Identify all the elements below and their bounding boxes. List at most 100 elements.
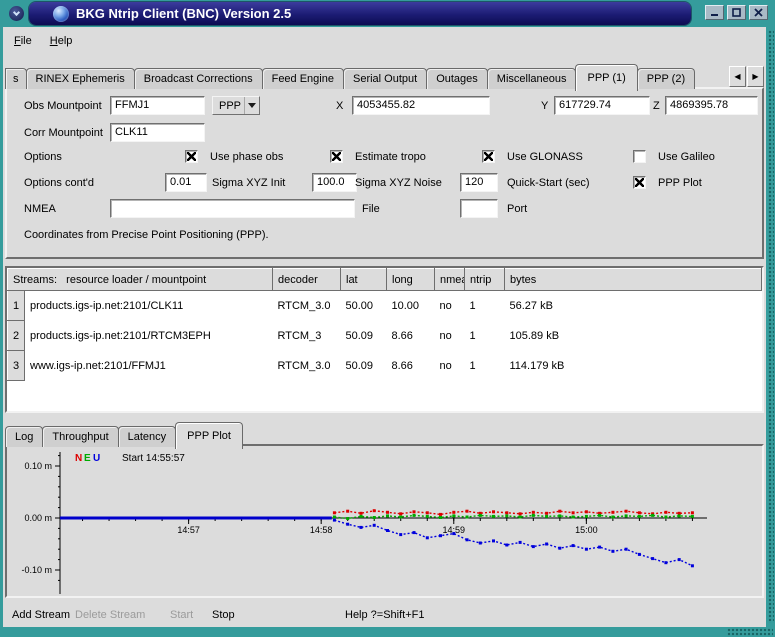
table-row[interactable]: 1 products.igs-ip.net:2101/CLK11 RTCM_3.… [8,291,762,321]
tab-outages[interactable]: Outages [426,68,488,89]
use-galileo-checkbox[interactable] [633,150,646,163]
svg-text:U: U [93,453,100,464]
cell-lat[interactable]: 50.00 [341,291,387,321]
streams-table-panel: Streams: resource loader / mountpoint de… [5,266,764,413]
cell-nmea[interactable]: no [435,351,465,381]
cell-bytes[interactable]: 56.27 kB [505,291,762,321]
cell-long[interactable]: 8.66 [387,351,435,381]
header-decoder[interactable]: decoder [273,269,341,291]
start-button[interactable]: Start [170,609,193,621]
ppp-hint-text: Coordinates from Precise Point Positioni… [24,229,269,241]
use-glonass-checkbox[interactable] [482,150,495,163]
header-bytes[interactable]: bytes [505,269,762,291]
ppp-plot-canvas: 0.10 m0.00 m-0.10 m14:5714:5814:5915:00N… [7,446,750,596]
main-tabbar: s RINEX Ephemeris Broadcast Corrections … [5,63,764,89]
row-number: 2 [8,321,25,351]
window-title: BKG Ntrip Client (BNC) Version 2.5 [76,6,291,21]
tab-miscellaneous[interactable]: Miscellaneous [487,68,577,89]
menubar: File Help [5,29,81,53]
tab-rinex-ephemeris[interactable]: RINEX Ephemeris [26,68,135,89]
delete-stream-button[interactable]: Delete Stream [75,609,145,621]
estimate-tropo-label: Estimate tropo [355,151,426,163]
tab-throughput[interactable]: Throughput [42,426,118,447]
header-lat[interactable]: lat [341,269,387,291]
tab-partial[interactable]: s [5,68,27,89]
ppp-plot-checkbox[interactable] [633,176,646,189]
tab-ppp-1[interactable]: PPP (1) [575,64,637,91]
sigma-xyz-init-field[interactable]: 0.01 [165,173,207,192]
table-row[interactable]: 2 products.igs-ip.net:2101/RTCM3EPH RTCM… [8,321,762,351]
cell-long[interactable]: 8.66 [387,321,435,351]
row-number: 1 [8,291,25,321]
close-icon [754,8,763,17]
tab-ppp-2[interactable]: PPP (2) [637,68,695,89]
bnc-application-window: { "window": { "title": "BKG Ntrip Client… [0,0,775,637]
header-mountpoint[interactable]: Streams: resource loader / mountpoint [8,269,273,291]
ppp-mode-combo[interactable]: PPP [212,96,260,115]
minimize-button[interactable] [705,5,724,20]
cell-decoder[interactable]: RTCM_3.0 [273,351,341,381]
ppp-plot-panel: 0.10 m0.00 m-0.10 m14:5714:5814:5915:00N… [5,444,764,598]
use-phase-obs-checkbox[interactable] [185,150,198,163]
cell-mountpoint[interactable]: www.igs-ip.net:2101/FFMJ1 [25,351,273,381]
svg-text:14:58: 14:58 [310,525,333,535]
ppp-mode-value: PPP [219,100,241,112]
nmea-port-field[interactable] [460,199,498,218]
tab-feed-engine[interactable]: Feed Engine [262,68,344,89]
cell-ntrip[interactable]: 1 [465,351,505,381]
tab-scroll-right-icon[interactable]: ▶ [747,66,764,87]
tab-log[interactable]: Log [5,426,43,447]
menu-help[interactable]: Help [41,29,82,53]
z-field[interactable]: 4869395.78 [665,96,758,115]
corr-mountpoint-field[interactable]: CLK11 [110,123,205,142]
cell-bytes[interactable]: 105.89 kB [505,321,762,351]
svg-text:-0.10 m: -0.10 m [21,565,52,575]
estimate-tropo-checkbox[interactable] [330,150,343,163]
stop-button[interactable]: Stop [212,609,235,621]
corr-mountpoint-label: Corr Mountpoint [24,127,103,139]
options-contd-label: Options cont'd [24,177,94,189]
sigma-xyz-noise-field[interactable]: 100.0 [312,173,357,192]
cell-decoder[interactable]: RTCM_3 [273,321,341,351]
z-label: Z [653,100,660,112]
quick-start-field[interactable]: 120 [460,173,498,192]
right-resize-edge[interactable] [768,30,774,623]
close-button[interactable] [749,5,768,20]
header-ntrip[interactable]: ntrip [465,269,505,291]
use-phase-obs-label: Use phase obs [210,151,283,163]
cell-ntrip[interactable]: 1 [465,291,505,321]
cell-lat[interactable]: 50.09 [341,351,387,381]
tab-latency[interactable]: Latency [118,426,177,447]
svg-text:14:57: 14:57 [177,525,200,535]
tab-scroll-buttons: ◀ ▶ [729,66,764,87]
obs-mountpoint-field[interactable]: FFMJ1 [110,96,205,115]
cell-lat[interactable]: 50.09 [341,321,387,351]
window-menu-button[interactable] [5,4,27,23]
nmea-file-field[interactable] [110,199,355,218]
cell-nmea[interactable]: no [435,291,465,321]
add-stream-button[interactable]: Add Stream [12,609,70,621]
table-row[interactable]: 3 www.igs-ip.net:2101/FFMJ1 RTCM_3.0 50.… [8,351,762,381]
cell-nmea[interactable]: no [435,321,465,351]
cell-long[interactable]: 10.00 [387,291,435,321]
tab-scroll-left-icon[interactable]: ◀ [729,66,746,87]
header-long[interactable]: long [387,269,435,291]
cell-bytes[interactable]: 114.179 kB [505,351,762,381]
tab-serial-output[interactable]: Serial Output [343,68,427,89]
maximize-button[interactable] [727,5,746,20]
menu-file[interactable]: File [5,29,41,53]
cell-ntrip[interactable]: 1 [465,321,505,351]
svg-text:E: E [84,453,91,464]
header-nmea[interactable]: nmea [435,269,465,291]
tab-ppp-plot[interactable]: PPP Plot [175,422,243,449]
statusbar: Add Stream Delete Stream Start Stop Help… [3,603,766,627]
x-field[interactable]: 4053455.82 [352,96,490,115]
cell-mountpoint[interactable]: products.igs-ip.net:2101/CLK11 [25,291,273,321]
tab-broadcast-corrections[interactable]: Broadcast Corrections [134,68,263,89]
resize-grip[interactable] [727,628,773,636]
row-number: 3 [8,351,25,381]
y-field[interactable]: 617729.74 [554,96,650,115]
titlebar[interactable]: BKG Ntrip Client (BNC) Version 2.5 [29,2,691,25]
cell-decoder[interactable]: RTCM_3.0 [273,291,341,321]
cell-mountpoint[interactable]: products.igs-ip.net:2101/RTCM3EPH [25,321,273,351]
